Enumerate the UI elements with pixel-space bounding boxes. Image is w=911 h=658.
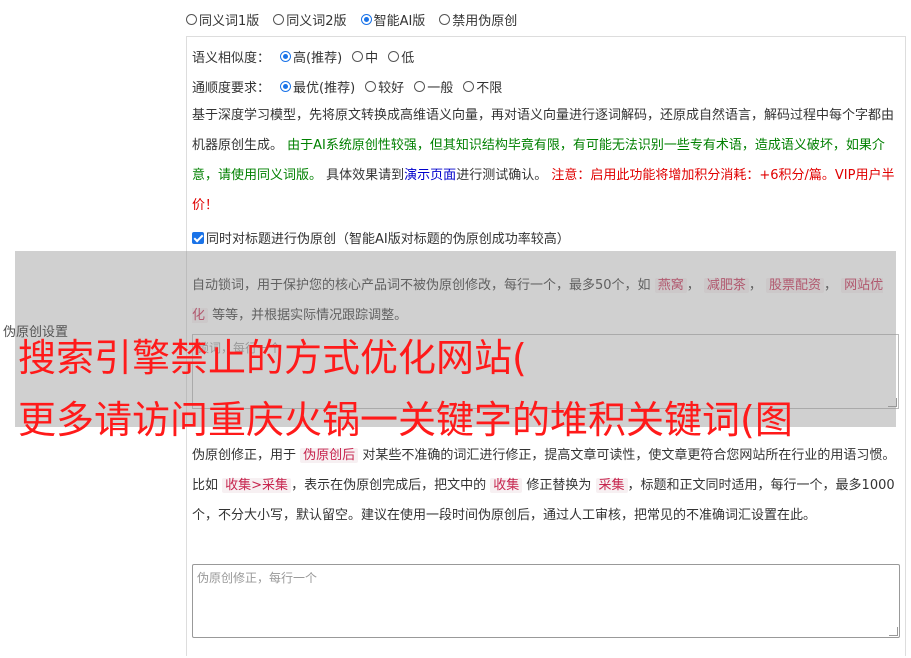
similarity-option-high[interactable]: 高(推荐) xyxy=(280,47,342,66)
mode-option-synonym-1[interactable]: 同义词1版 xyxy=(186,10,259,29)
ai-description: 基于深度学习模型，先将原文转换成高维语义向量，再对语义向量进行逐词解码，还原成自… xyxy=(192,108,895,213)
radio-icon xyxy=(352,51,364,62)
mode-radio-group: 同义词1版 同义词2版 智能AI版 禁用伪原创 xyxy=(186,10,517,29)
code-tag: 伪原创后 xyxy=(300,448,359,463)
code-tag: 采集 xyxy=(595,478,628,493)
code-tag: 收集>采集 xyxy=(222,478,292,493)
radio-icon xyxy=(365,81,377,92)
radio-selected-icon xyxy=(280,51,292,62)
radio-icon xyxy=(388,51,400,62)
radio-icon xyxy=(414,81,426,92)
fluency-option-normal[interactable]: 一般 xyxy=(414,77,453,96)
code-tag: 收集 xyxy=(490,478,523,493)
radio-selected-icon xyxy=(360,14,372,25)
headline-line-2: 更多请访问重庆火锅一关键字的堆积关键词(图 xyxy=(18,398,793,442)
fluency-option-good[interactable]: 较好 xyxy=(365,77,404,96)
radio-icon xyxy=(273,14,285,25)
mode-option-smart-ai[interactable]: 智能AI版 xyxy=(360,10,425,29)
mode-option-disable[interactable]: 禁用伪原创 xyxy=(439,10,517,29)
radio-icon xyxy=(186,14,197,25)
demo-page-link[interactable]: 演示页面 xyxy=(404,168,456,183)
headline-line-1: 搜索引擎禁止的方式优化网站( xyxy=(18,336,527,380)
correction-description: 伪原创修正，用于 伪原创后 对某些不准确的词汇进行修正，提高文章可读性，使文章更… xyxy=(192,448,896,523)
similarity-option-low[interactable]: 低 xyxy=(388,47,414,66)
title-rewrite-checkbox[interactable]: 同时对标题进行伪原创（智能AI版对标题的伪原创成功率较高） xyxy=(192,228,570,247)
fluency-label: 通顺度要求： xyxy=(192,81,271,96)
similarity-row: 语义相似度： 高(推荐) 中 低 xyxy=(192,47,414,66)
fluency-row: 通顺度要求： 最优(推荐) 较好 一般 不限 xyxy=(192,77,502,96)
mode-option-synonym-2[interactable]: 同义词2版 xyxy=(273,10,347,29)
correction-input[interactable]: 伪原创修正，每行一个 xyxy=(192,564,900,638)
correction-placeholder: 伪原创修正，每行一个 xyxy=(197,571,318,585)
radio-icon xyxy=(439,14,451,25)
similarity-label: 语义相似度： xyxy=(192,51,271,66)
fluency-option-any[interactable]: 不限 xyxy=(463,77,502,96)
fluency-option-best[interactable]: 最优(推荐) xyxy=(280,77,355,96)
similarity-option-medium[interactable]: 中 xyxy=(352,47,378,66)
radio-icon xyxy=(463,81,475,92)
checkbox-checked-icon xyxy=(192,231,204,244)
radio-selected-icon xyxy=(280,81,292,92)
resize-handle[interactable] xyxy=(889,627,898,636)
